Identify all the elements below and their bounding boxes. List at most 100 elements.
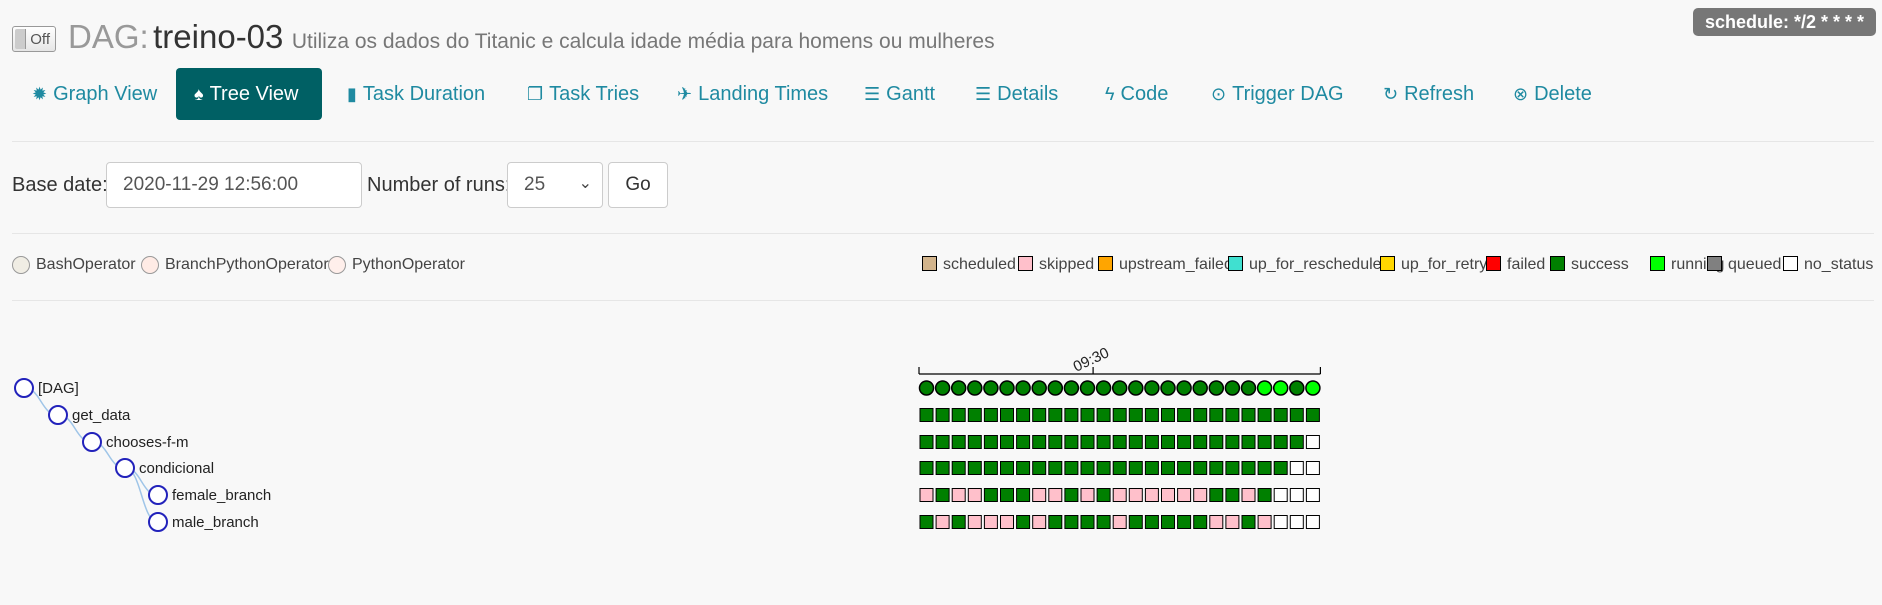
operator-legend-item[interactable]: PythonOperator bbox=[328, 256, 465, 274]
task-instance-square[interactable] bbox=[1080, 435, 1095, 449]
dag-run-circle[interactable] bbox=[1272, 380, 1289, 396]
task-instance-square[interactable] bbox=[1241, 408, 1256, 422]
state-legend-upstream-failed[interactable]: upstream_failed bbox=[1098, 256, 1233, 274]
task-instance-square[interactable] bbox=[967, 435, 982, 449]
task-instance-square[interactable] bbox=[951, 461, 966, 475]
task-instance-square[interactable] bbox=[1016, 408, 1031, 422]
task-instance-square[interactable] bbox=[1064, 461, 1079, 475]
tab-task-tries[interactable]: ❐ Task Tries bbox=[509, 68, 666, 120]
task-instance-square[interactable] bbox=[1144, 435, 1159, 449]
task-instance-square[interactable] bbox=[1096, 488, 1111, 502]
task-instance-square[interactable] bbox=[1209, 435, 1224, 449]
task-instance-square[interactable] bbox=[1128, 488, 1143, 502]
task-node[interactable] bbox=[148, 512, 168, 532]
task-instance-square[interactable] bbox=[1273, 488, 1288, 502]
task-instance-square[interactable] bbox=[1000, 461, 1014, 475]
dag-run-circle[interactable] bbox=[1224, 380, 1241, 396]
dag-run-circle[interactable] bbox=[1305, 380, 1321, 396]
task-instance-square[interactable] bbox=[1161, 488, 1175, 502]
task-instance-square[interactable] bbox=[935, 408, 950, 422]
task-instance-square[interactable] bbox=[1241, 515, 1256, 529]
task-instance-square[interactable] bbox=[1048, 515, 1063, 529]
task-instance-square[interactable] bbox=[1032, 408, 1047, 422]
dag-run-circle[interactable] bbox=[967, 380, 983, 396]
task-instance-square[interactable] bbox=[1080, 461, 1095, 475]
tab-gantt[interactable]: ☰ Gantt bbox=[846, 68, 950, 120]
task-instance-square[interactable] bbox=[1000, 435, 1014, 449]
task-instance-square[interactable] bbox=[1064, 488, 1079, 502]
task-instance-square[interactable] bbox=[1289, 488, 1304, 502]
task-node[interactable] bbox=[148, 485, 168, 505]
task-instance-square[interactable] bbox=[1241, 461, 1256, 475]
task-instance-square[interactable] bbox=[983, 515, 998, 529]
task-instance-square[interactable] bbox=[1080, 515, 1095, 529]
task-instance-square[interactable] bbox=[1128, 408, 1143, 422]
task-instance-square[interactable] bbox=[1000, 488, 1014, 502]
task-instance-square[interactable] bbox=[1225, 515, 1240, 529]
task-instance-square[interactable] bbox=[1048, 461, 1063, 475]
task-instance-square[interactable] bbox=[1032, 461, 1047, 475]
task-instance-square[interactable] bbox=[1096, 408, 1111, 422]
task-instance-square[interactable] bbox=[919, 488, 934, 502]
dag-run-circle[interactable] bbox=[999, 380, 1015, 396]
task-instance-square[interactable] bbox=[951, 408, 966, 422]
task-instance-square[interactable] bbox=[1048, 435, 1063, 449]
task-instance-square[interactable] bbox=[967, 461, 982, 475]
task-instance-square[interactable] bbox=[1289, 515, 1304, 529]
task-label[interactable]: get_data bbox=[72, 407, 131, 424]
task-instance-square[interactable] bbox=[1032, 435, 1047, 449]
task-instance-square[interactable] bbox=[919, 461, 934, 475]
task-node[interactable] bbox=[82, 432, 102, 452]
tab-graph-view[interactable]: ✹ Graph View bbox=[14, 68, 169, 120]
task-instance-square[interactable] bbox=[1112, 461, 1127, 475]
state-legend-failed[interactable]: failed bbox=[1486, 256, 1545, 274]
task-instance-square[interactable] bbox=[1257, 408, 1272, 422]
dag-run-circle[interactable] bbox=[1192, 380, 1208, 396]
task-node[interactable] bbox=[115, 458, 135, 478]
task-instance-square[interactable] bbox=[1225, 488, 1240, 502]
task-instance-square[interactable] bbox=[935, 488, 950, 502]
task-instance-square[interactable] bbox=[1080, 408, 1095, 422]
tab-delete[interactable]: ⊗ Delete bbox=[1495, 68, 1603, 120]
task-instance-square[interactable] bbox=[1289, 408, 1304, 422]
task-instance-square[interactable] bbox=[1096, 515, 1111, 529]
task-instance-square[interactable] bbox=[1225, 435, 1240, 449]
task-instance-square[interactable] bbox=[1177, 408, 1192, 422]
task-instance-square[interactable] bbox=[1144, 408, 1159, 422]
dag-run-circle[interactable] bbox=[950, 380, 967, 396]
dag-run-circle[interactable] bbox=[1079, 380, 1096, 396]
task-instance-square[interactable] bbox=[1016, 461, 1031, 475]
task-instance-square[interactable] bbox=[1209, 515, 1224, 529]
task-instance-square[interactable] bbox=[1177, 461, 1192, 475]
task-label[interactable]: female_branch bbox=[172, 487, 271, 504]
task-instance-square[interactable] bbox=[1193, 461, 1208, 475]
task-instance-square[interactable] bbox=[951, 488, 966, 502]
task-label[interactable]: [DAG] bbox=[38, 380, 79, 397]
state-legend-up-for-retry[interactable]: up_for_retry bbox=[1380, 256, 1487, 274]
dag-run-circle[interactable] bbox=[1047, 380, 1064, 396]
task-instance-square[interactable] bbox=[1161, 515, 1175, 529]
task-instance-square[interactable] bbox=[1193, 488, 1208, 502]
task-instance-square[interactable] bbox=[935, 435, 950, 449]
task-instance-square[interactable] bbox=[951, 435, 966, 449]
task-instance-square[interactable] bbox=[1273, 435, 1288, 449]
task-instance-square[interactable] bbox=[1161, 435, 1175, 449]
tab-code[interactable]: ϟ Code bbox=[1087, 68, 1184, 120]
task-instance-square[interactable] bbox=[1305, 488, 1320, 502]
tab-trigger-dag[interactable]: ⊙ Trigger DAG bbox=[1193, 68, 1370, 120]
task-instance-square[interactable] bbox=[1305, 408, 1320, 422]
task-instance-square[interactable] bbox=[1128, 461, 1143, 475]
dag-run-circle[interactable] bbox=[918, 380, 935, 396]
task-instance-square[interactable] bbox=[1241, 435, 1256, 449]
task-node[interactable] bbox=[48, 405, 68, 425]
task-instance-square[interactable] bbox=[1305, 515, 1320, 529]
task-instance-square[interactable] bbox=[1193, 435, 1208, 449]
tab-tree-view[interactable]: ♠ Tree View bbox=[176, 68, 322, 120]
task-instance-square[interactable] bbox=[1128, 435, 1143, 449]
dag-run-circle[interactable] bbox=[1015, 380, 1031, 396]
task-instance-square[interactable] bbox=[1144, 488, 1159, 502]
dag-run-circle[interactable] bbox=[1176, 380, 1192, 396]
dag-run-circle[interactable] bbox=[1160, 380, 1176, 396]
task-instance-square[interactable] bbox=[1128, 515, 1143, 529]
task-instance-square[interactable] bbox=[1209, 408, 1224, 422]
